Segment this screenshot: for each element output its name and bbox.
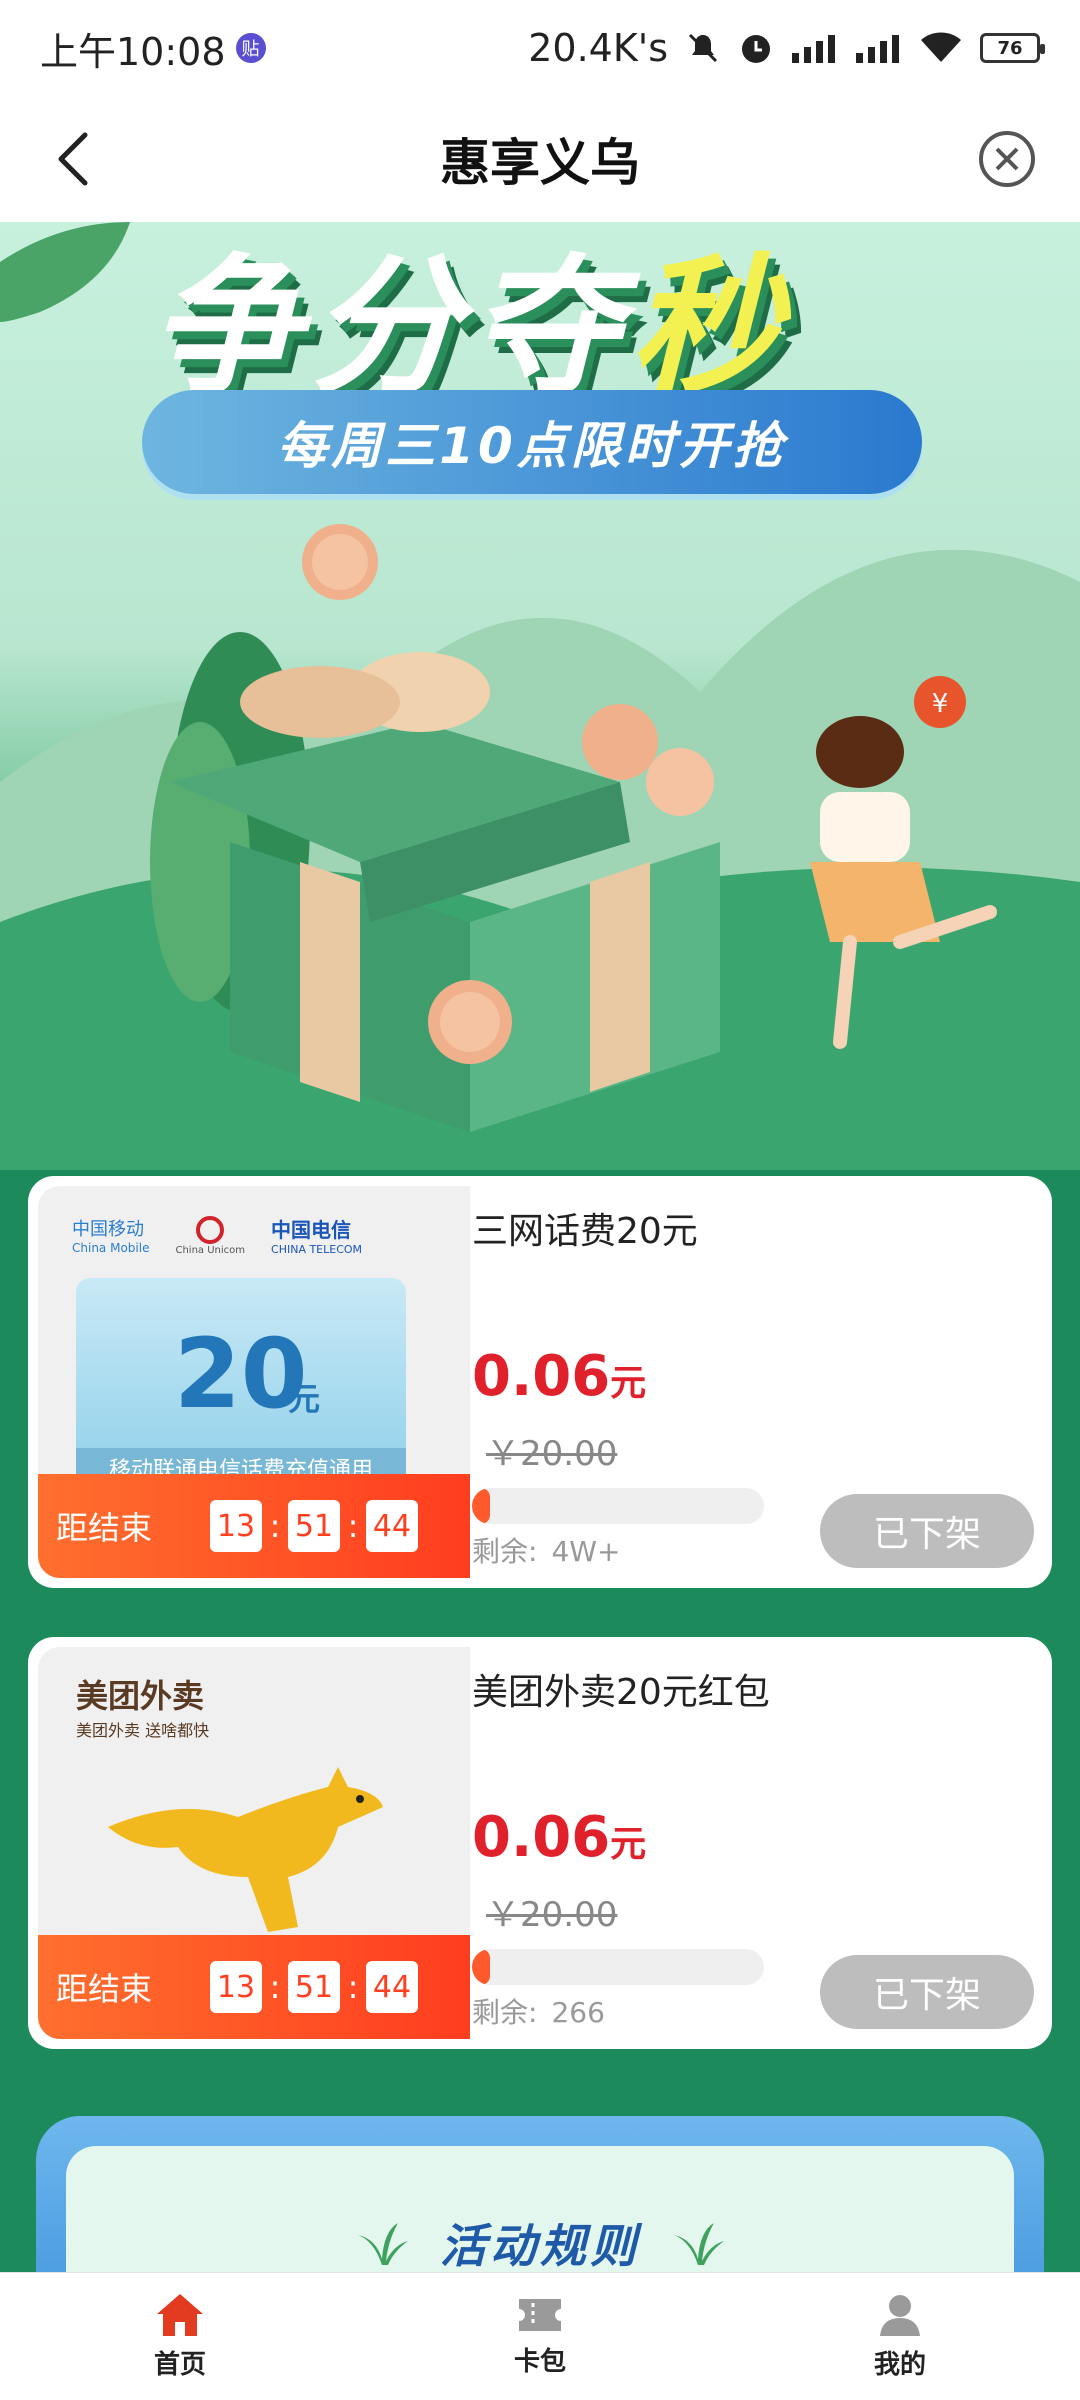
timer-hours: 13 <box>210 1500 263 1552</box>
china-unicom-logo: China Unicom <box>175 1215 245 1256</box>
svg-text:¥: ¥ <box>932 689 949 719</box>
product-price: 0.06元 <box>472 1344 647 1409</box>
headline-main: 争分夺 <box>150 241 631 415</box>
original-price: ￥20.00 <box>486 1434 618 1474</box>
timer-seconds: 44 <box>366 1961 419 2013</box>
grass-icon <box>674 2223 724 2265</box>
recharge-card-image: 20 元 移动联通电信话费充值通用 <box>76 1278 406 1488</box>
progress-fill <box>472 1949 490 1985</box>
countdown-timer: 距结束 13 : 51 : 44 <box>38 1474 470 1578</box>
chevron-left-icon <box>58 132 88 186</box>
banner-subtitle: 每周三10点限时开抢 <box>142 390 922 494</box>
close-icon <box>979 131 1035 187</box>
nav-home-label: 首页 <box>153 2350 206 2380</box>
bottom-navigation: 首页 卡包 我的 <box>0 2272 1080 2400</box>
countdown-timer: 距结束 13 : 51 : 44 <box>38 1935 470 2039</box>
wifi-icon <box>920 28 962 68</box>
notification-badge-icon: 贴 <box>235 33 266 63</box>
nav-home[interactable]: 首页 <box>0 2273 360 2400</box>
net-speed: 20.4K's <box>528 26 668 70</box>
page-title: 惠享义乌 <box>440 134 640 192</box>
title-bar: 惠享义乌 <box>0 96 1080 222</box>
china-telecom-logo: 中国电信 CHINA TELECOM <box>271 1218 363 1256</box>
delisted-button[interactable]: 已下架 <box>820 1955 1034 2029</box>
product-card[interactable]: 中国移动 China Mobile China Unicom 中国电信 CHIN… <box>28 1176 1052 1588</box>
battery-icon: 76 <box>980 33 1045 63</box>
timer-label: 距结束 <box>56 1509 153 1547</box>
ticket-icon <box>519 2299 561 2331</box>
alarm-icon <box>738 28 774 68</box>
product-thumbnail: 美团外卖 美团外卖 送啥都快 距结束 13 : 51 : 44 <box>38 1647 470 2039</box>
product-name: 三网话费20元 <box>472 1211 698 1252</box>
home-icon <box>157 2294 203 2336</box>
status-time: 上午10:08 <box>40 29 226 74</box>
timer-minutes: 51 <box>288 1961 341 2013</box>
mute-icon <box>686 28 720 68</box>
nav-cards[interactable]: 卡包 <box>360 2273 720 2400</box>
product-card[interactable]: 美团外卖 美团外卖 送啥都快 距结束 13 : 51 : 44 美团外卖20元红… <box>28 1637 1052 2049</box>
china-mobile-logo: 中国移动 China Mobile <box>72 1219 150 1255</box>
kangaroo-icon <box>108 1767 383 1932</box>
meituan-logo: 美团外卖 美团外卖 送啥都快 <box>76 1677 210 1740</box>
promo-banner: ¥ 争分夺秒 每周三10点限时开抢 <box>0 222 1080 1170</box>
nav-mine[interactable]: 我的 <box>720 2273 1080 2400</box>
delisted-button[interactable]: 已下架 <box>820 1494 1034 1568</box>
nav-cards-label: 卡包 <box>513 2347 566 2377</box>
product-thumbnail: 中国移动 China Mobile China Unicom 中国电信 CHIN… <box>38 1186 470 1578</box>
original-price: ￥20.00 <box>486 1895 618 1935</box>
timer-seconds: 44 <box>366 1500 419 1552</box>
rules-title: 活动规则 <box>440 2219 640 2273</box>
grass-icon <box>358 2223 408 2265</box>
product-price: 0.06元 <box>472 1805 647 1870</box>
rules-title-row: 活动规则 <box>354 2210 726 2276</box>
stock-progress-bar <box>472 1949 764 1985</box>
progress-fill <box>472 1488 490 1524</box>
headline-highlight: 秒 <box>630 241 791 415</box>
timer-label: 距结束 <box>56 1970 153 2008</box>
product-name: 美团外卖20元红包 <box>472 1672 770 1713</box>
stock-progress-bar <box>472 1488 764 1524</box>
remaining-stock: 剩余: 4W+ <box>472 1535 621 1568</box>
carrier-logos: 中国移动 China Mobile China Unicom 中国电信 CHIN… <box>72 1214 362 1256</box>
nav-mine-label: 我的 <box>873 2350 926 2380</box>
signal-icon-1 <box>792 28 838 68</box>
signal-icon-2 <box>856 28 902 68</box>
timer-minutes: 51 <box>288 1500 341 1552</box>
status-bar: 上午10:08 贴 20.4K's 76 <box>0 0 1080 96</box>
timer-hours: 13 <box>210 1961 263 2013</box>
user-icon <box>880 2295 920 2336</box>
back-button[interactable] <box>40 126 106 192</box>
remaining-stock: 剩余: 266 <box>472 1996 605 2029</box>
close-button[interactable] <box>974 126 1040 192</box>
